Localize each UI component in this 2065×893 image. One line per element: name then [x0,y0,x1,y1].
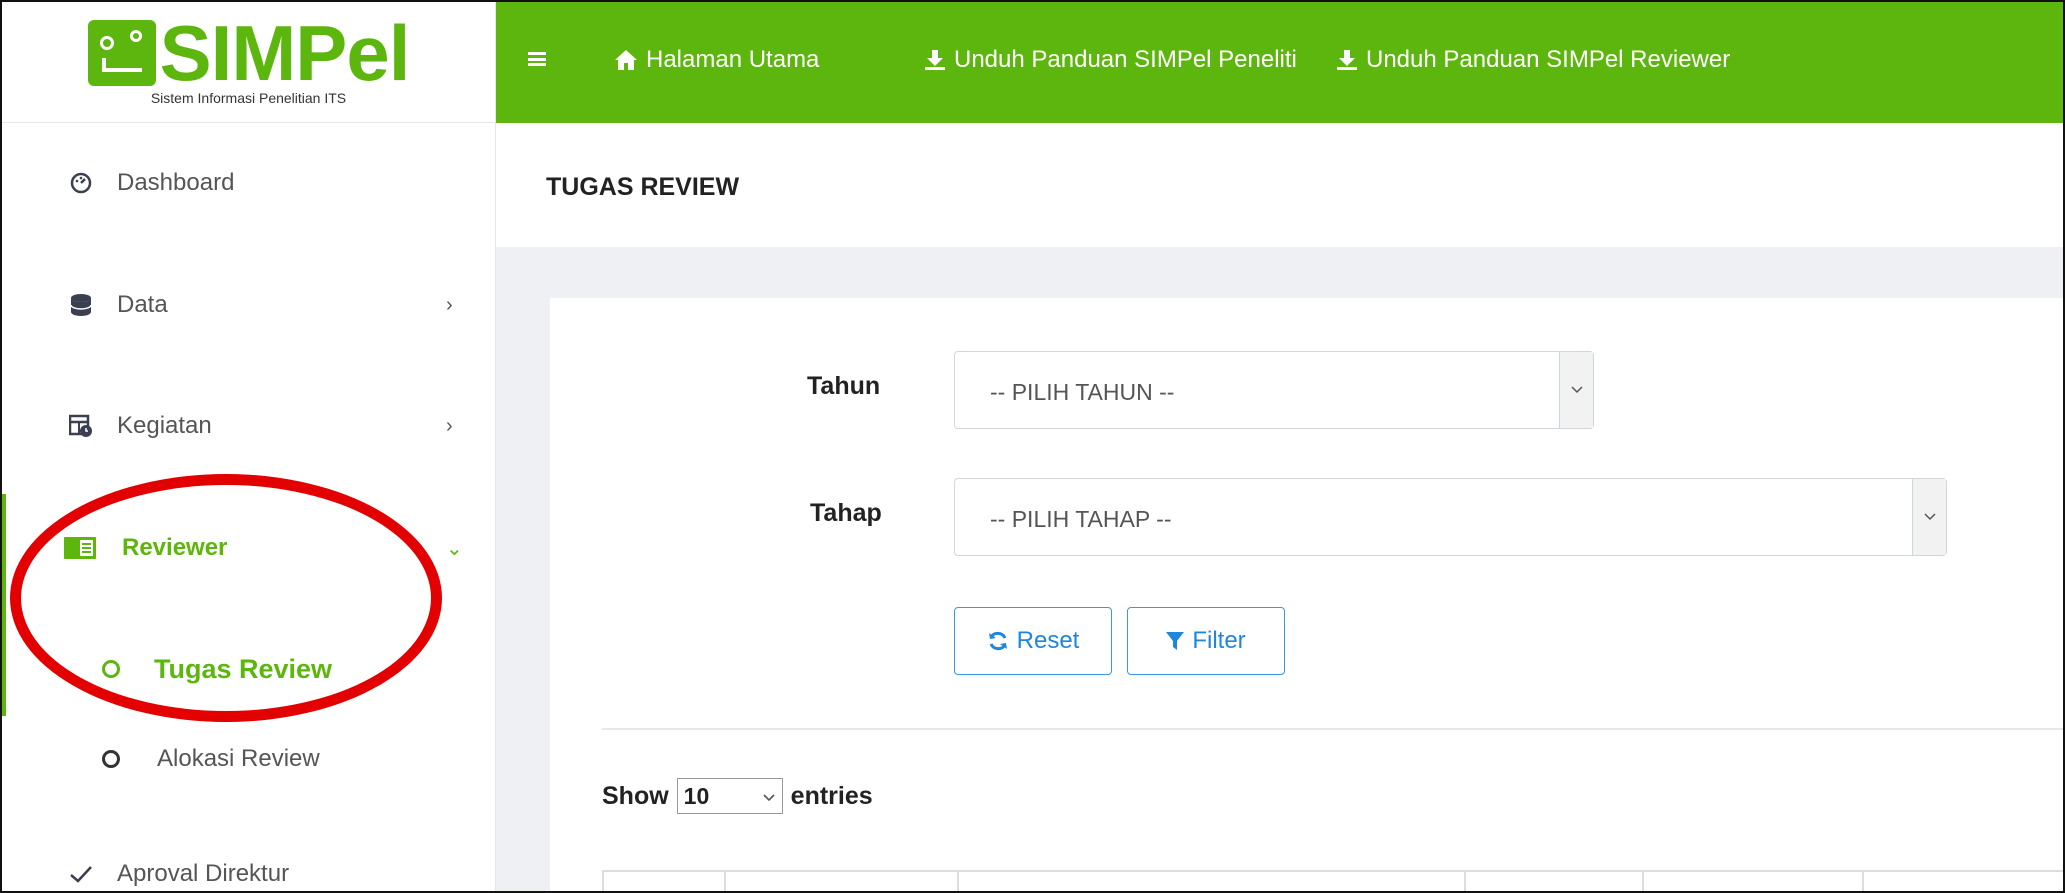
sidebar-item-data[interactable]: Data › [2,275,496,335]
database-icon [68,292,94,318]
sidebar: SIMPel Sistem Informasi Penelitian ITS D… [2,2,496,891]
nav-link-halaman-utama[interactable]: Halaman Utama [614,46,819,74]
check-icon [68,861,94,887]
chevron-right-icon: › [446,414,453,437]
sidebar-item-label: Data [117,291,168,318]
logo-title: SIMPel [159,9,411,97]
chevron-down-icon: ⌄ [446,537,463,560]
table-column-divider [724,870,726,891]
nav-link-unduh-panduan-peneliti[interactable]: Unduh Panduan SIMPel Peneliti [924,46,1297,74]
download-icon [924,49,946,71]
home-icon [614,49,638,71]
dashboard-icon [68,170,94,196]
calendar-icon [68,413,94,439]
tahap-label: Tahap [810,499,882,527]
reset-button-label: Reset [1016,627,1080,654]
chevron-down-icon [1559,352,1593,428]
chevron-right-icon: › [446,293,453,316]
nav-link-label: Unduh Panduan SIMPel Reviewer [1366,46,1731,73]
filter-button-label: Filter [1192,627,1246,654]
sidebar-item-aproval-direktur[interactable]: Aproval Direktur [2,844,496,891]
tahun-select[interactable]: -- PILIH TAHUN -- [954,351,1594,429]
highlight-annotation [10,474,442,722]
circle-icon [102,750,120,768]
tahap-select[interactable]: -- PILIH TAHAP -- [954,478,1947,556]
app-window: SIMPel Sistem Informasi Penelitian ITS D… [0,0,2065,893]
nav-link-label: Unduh Panduan SIMPel Peneliti [954,46,1297,73]
sidebar-item-label: Aproval Direktur [117,860,290,887]
sidebar-item-kegiatan[interactable]: Kegiatan › [2,396,496,456]
nav-link-label: Halaman Utama [646,46,820,73]
show-label: Show [602,781,669,810]
table-column-divider [957,870,959,891]
refresh-icon [987,630,1009,652]
logo[interactable]: SIMPel Sistem Informasi Penelitian ITS [2,2,495,123]
sidebar-subitem-alokasi-review[interactable]: Alokasi Review [2,729,496,789]
tahun-label: Tahun [807,372,881,400]
chevron-down-icon [762,785,776,814]
table-column-divider [1642,870,1644,891]
entries-label: entries [790,781,873,810]
filter-icon [1166,631,1185,651]
sidebar-subitem-label: Alokasi Review [157,745,320,772]
divider [602,728,2063,730]
chevron-down-icon [1912,479,1946,555]
hamburger-menu-icon[interactable] [528,52,546,66]
sidebar-item-label: Kegiatan [117,412,212,439]
entries-select[interactable]: 10 [676,778,783,814]
data-table [602,870,2063,891]
logo-subtitle: Sistem Informasi Penelitian ITS [150,90,347,106]
nav-link-unduh-panduan-reviewer[interactable]: Unduh Panduan SIMPel Reviewer [1336,46,1730,74]
tahap-select-value: -- PILIH TAHAP -- [990,506,1172,532]
table-column-divider [1862,870,1864,891]
logo-icon [87,20,156,86]
reset-button[interactable]: Reset [954,607,1112,675]
page-header: TUGAS REVIEW [496,123,2063,247]
sidebar-item-dashboard[interactable]: Dashboard [2,153,496,213]
download-icon [1336,49,1358,71]
tahun-select-value: -- PILIH TAHUN -- [990,379,1175,405]
filter-button[interactable]: Filter [1127,607,1285,675]
table-column-divider [1464,870,1466,891]
sidebar-item-label: Dashboard [117,169,235,196]
page-title: TUGAS REVIEW [546,173,740,201]
entries-select-value: 10 [683,783,710,809]
topbar: Halaman Utama Unduh Panduan SIMPel Penel… [496,2,2063,123]
entries-control: Show 10 entries [602,778,873,814]
